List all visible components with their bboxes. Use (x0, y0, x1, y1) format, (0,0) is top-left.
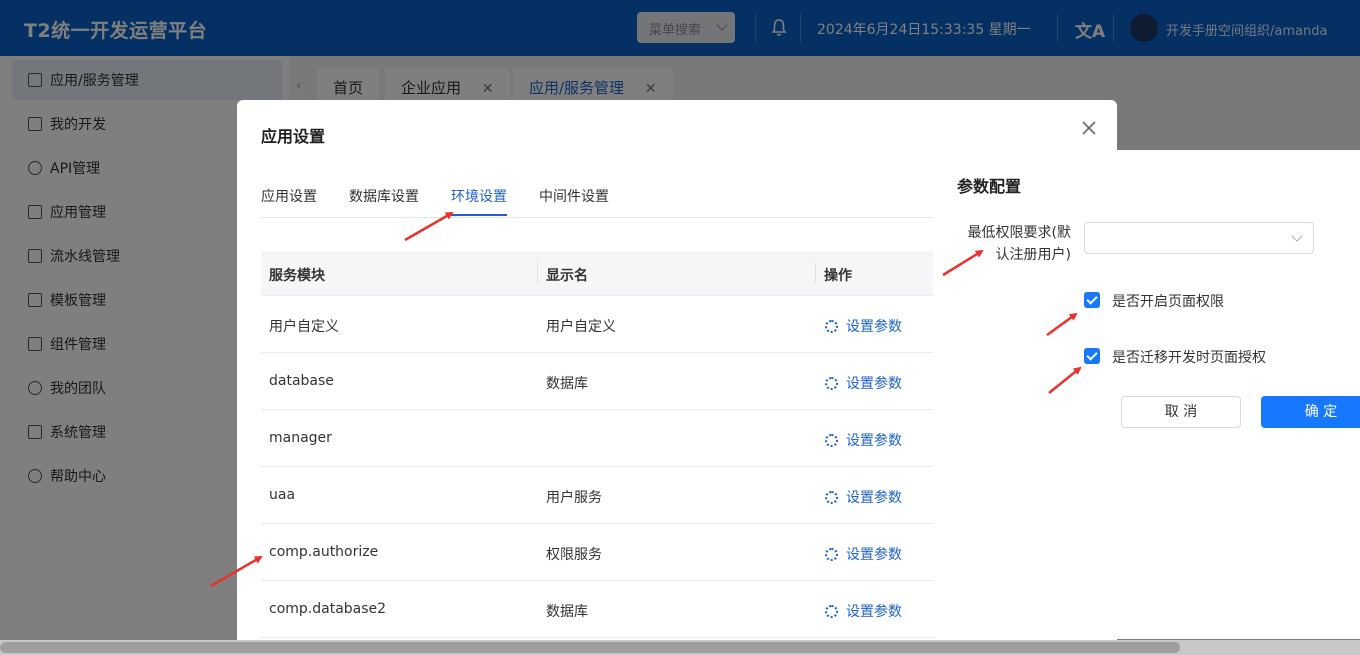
column-header-action: 操作 (824, 268, 852, 284)
cell-module: manager (269, 430, 332, 446)
action-label: 设置参数 (846, 376, 902, 392)
gear-icon (825, 433, 838, 447)
gear-icon (825, 490, 838, 504)
gear-icon (825, 547, 838, 561)
set-params-link[interactable]: 设置参数 (825, 487, 902, 507)
column-header-display: 显示名 (546, 268, 588, 284)
page-permission-label[interactable]: 是否开启页面权限 (1112, 291, 1224, 311)
gear-icon (825, 604, 838, 618)
set-params-link[interactable]: 设置参数 (825, 430, 902, 450)
gear-icon (825, 376, 838, 390)
tab-env-settings[interactable]: 环境设置 (451, 186, 507, 216)
migrate-auth-label[interactable]: 是否迁移开发时页面授权 (1112, 347, 1266, 367)
label-line: 最低权限要求(默 (967, 225, 1071, 241)
dialog-title: 参数配置 (957, 177, 1022, 196)
label-line: 认注册用户) (995, 247, 1071, 263)
action-label: 设置参数 (846, 490, 902, 506)
min-permission-label: 最低权限要求(默 认注册用户) (963, 222, 1071, 266)
confirm-button[interactable]: 确 定 (1261, 396, 1360, 428)
set-params-link[interactable]: 设置参数 (825, 601, 902, 621)
cell-display: 权限服务 (546, 547, 602, 563)
param-config-dialog: 参数配置 最低权限要求(默 认注册用户) 是否开启页面权限 是否迁移开发时页面授… (933, 150, 1360, 639)
tab-app-settings[interactable]: 应用设置 (261, 186, 317, 206)
column-divider (537, 263, 538, 283)
action-label: 设置参数 (846, 319, 902, 335)
modal-title: 应用设置 (261, 127, 326, 146)
action-label: 设置参数 (846, 604, 902, 620)
cell-module: uaa (269, 487, 296, 503)
cell-display: 用户自定义 (546, 319, 616, 335)
column-divider (815, 263, 816, 283)
scrollbar-thumb[interactable] (0, 642, 1180, 653)
horizontal-scrollbar[interactable] (0, 640, 1360, 655)
tab-middleware-settings[interactable]: 中间件设置 (539, 186, 609, 206)
gear-icon (825, 319, 838, 333)
cell-display: 数据库 (546, 604, 588, 620)
cell-module: comp.database2 (269, 601, 387, 617)
set-params-link[interactable]: 设置参数 (825, 316, 902, 336)
tab-db-settings[interactable]: 数据库设置 (349, 186, 419, 206)
min-permission-select[interactable] (1084, 222, 1314, 254)
cell-display: 用户服务 (546, 490, 602, 506)
cancel-button[interactable]: 取 消 (1121, 396, 1241, 428)
cell-module: database (269, 373, 334, 389)
cell-module: 用户自定义 (269, 319, 339, 335)
action-label: 设置参数 (846, 547, 902, 563)
migrate-auth-checkbox[interactable] (1084, 348, 1100, 364)
set-params-link[interactable]: 设置参数 (825, 544, 902, 564)
set-params-link[interactable]: 设置参数 (825, 373, 902, 393)
page-permission-checkbox[interactable] (1084, 292, 1100, 308)
column-header-module: 服务模块 (269, 268, 325, 284)
cell-display: 数据库 (546, 376, 588, 392)
close-icon[interactable] (1079, 118, 1099, 138)
action-label: 设置参数 (846, 433, 902, 449)
cell-module: comp.authorize (269, 544, 379, 560)
chevron-down-icon (1291, 230, 1303, 242)
